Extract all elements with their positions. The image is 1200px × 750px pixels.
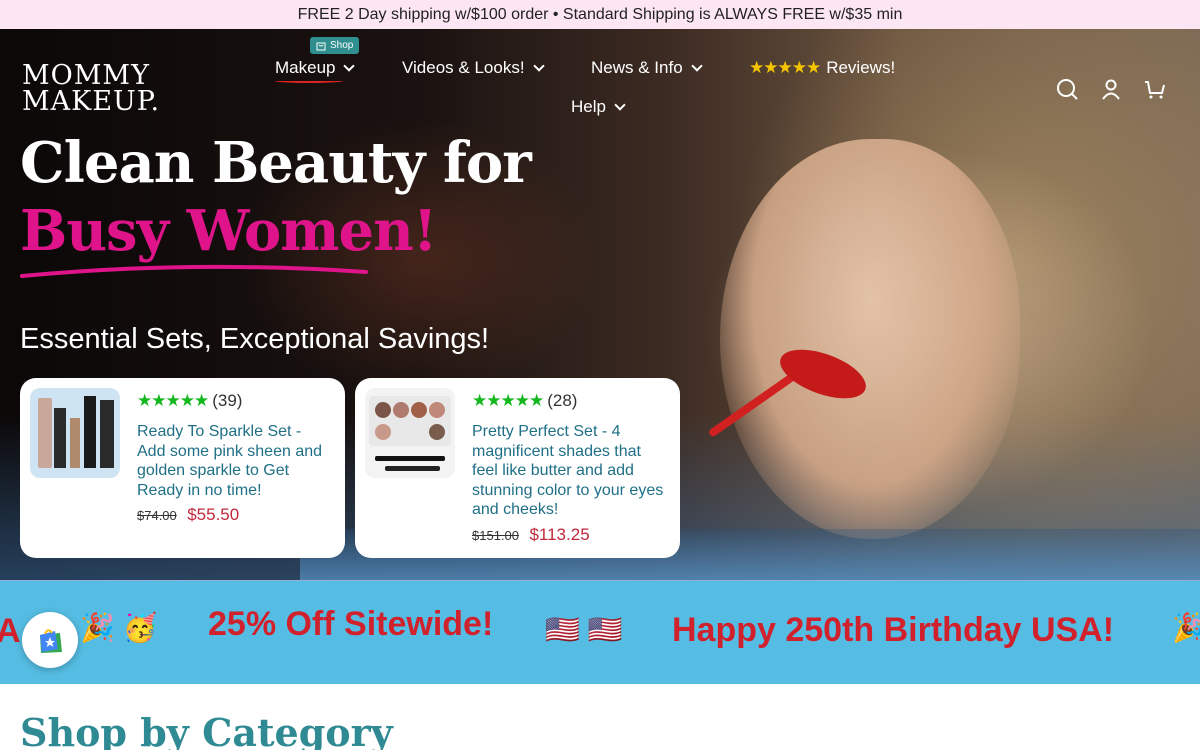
announcement-text: FREE 2 Day shipping w/$100 order • Stand… bbox=[297, 5, 903, 23]
product-image[interactable] bbox=[365, 388, 455, 478]
chevron-down-icon bbox=[614, 99, 626, 111]
nav-item-videos[interactable]: Videos & Looks! bbox=[402, 58, 545, 78]
cart-icon[interactable] bbox=[1144, 78, 1166, 100]
chevron-down-icon bbox=[690, 60, 703, 72]
product-title[interactable]: Pretty Perfect Set - 4 magnificent shade… bbox=[472, 422, 667, 545]
announcement-bar: FREE 2 Day shipping w/$100 order • Stand… bbox=[0, 0, 1200, 29]
promo-sale-text: 25% Off Sitewide! bbox=[208, 605, 494, 643]
promo-text-fragment: A bbox=[0, 612, 21, 651]
product-price: $151.00 $113.25 bbox=[472, 525, 667, 546]
original-price: $151.00 bbox=[472, 527, 519, 543]
nav-item-reviews[interactable]: ★★★★★ Reviews! bbox=[749, 58, 895, 78]
nav-item-label: Help bbox=[571, 97, 606, 116]
original-price: $74.00 bbox=[137, 508, 177, 523]
product-card[interactable]: ★★★★★ (39) Ready To Sparkle Set - Add so… bbox=[20, 378, 345, 558]
nav-item-label: Reviews! bbox=[826, 58, 896, 77]
shopping-bag-button[interactable] bbox=[22, 612, 78, 668]
star-rating-icon: ★★★★★ bbox=[137, 391, 209, 410]
product-title[interactable]: Ready To Sparkle Set - Add some pink she… bbox=[137, 422, 332, 526]
product-image[interactable] bbox=[30, 388, 120, 478]
sale-price: $55.50 bbox=[187, 505, 240, 524]
us-flag-icon: 🇺🇸 🇺🇸 bbox=[545, 614, 623, 645]
star-rating-icon: ★★★★★ bbox=[749, 58, 821, 77]
main-nav: Shop Makeup Videos & Looks! News & Info … bbox=[0, 29, 1200, 129]
product-rating: ★★★★★ (28) bbox=[472, 391, 577, 411]
hero-photo-face bbox=[720, 139, 1020, 539]
party-emoji-icon: 🎉 🥳 bbox=[80, 612, 158, 643]
nav-item-help[interactable]: Help bbox=[571, 97, 626, 117]
hero-subheading: Essential Sets, Exceptional Savings! bbox=[20, 323, 490, 355]
product-price: $74.00 $55.50 bbox=[137, 505, 332, 526]
chevron-down-icon bbox=[343, 60, 356, 72]
product-title-text: Pretty Perfect Set - 4 magnificent shade… bbox=[472, 423, 664, 518]
shop-badge: Shop bbox=[310, 37, 360, 54]
party-emoji-icon: 🎉 bbox=[1172, 611, 1200, 644]
search-icon[interactable] bbox=[1056, 78, 1078, 100]
shop-badge-label: Shop bbox=[330, 40, 354, 51]
chevron-down-icon bbox=[532, 60, 545, 72]
nav-underline bbox=[275, 79, 343, 83]
headline-underline bbox=[20, 264, 368, 278]
nav-item-makeup[interactable]: Makeup bbox=[275, 58, 356, 78]
hero-headline-line1: Clean Beauty for bbox=[20, 130, 532, 196]
review-count: (28) bbox=[547, 391, 578, 410]
sale-price: $113.25 bbox=[529, 524, 590, 544]
review-count: (39) bbox=[212, 391, 243, 410]
nav-item-news[interactable]: News & Info bbox=[591, 58, 703, 78]
product-rating: ★★★★★ (39) bbox=[137, 391, 242, 411]
nav-item-label: Makeup bbox=[275, 58, 336, 77]
star-rating-icon: ★★★★★ bbox=[472, 391, 544, 410]
shopping-bag-icon bbox=[40, 629, 62, 653]
product-card[interactable]: ★★★★★ (28) Pretty Perfect Set - 4 magnif… bbox=[355, 378, 680, 558]
promo-marquee: A 🎉 🥳 25% Off Sitewide! 🇺🇸 🇺🇸 Happy 250t… bbox=[0, 580, 1200, 684]
nav-item-label: Videos & Looks! bbox=[402, 58, 525, 77]
hero-headline-line2: Busy Women! bbox=[20, 198, 437, 264]
header-icons bbox=[1056, 78, 1166, 100]
bag-icon bbox=[316, 42, 326, 50]
product-title-text: Ready To Sparkle Set - Add some pink she… bbox=[137, 423, 323, 499]
section-title: Shop by Category bbox=[20, 710, 393, 750]
account-icon[interactable] bbox=[1100, 78, 1122, 100]
nav-item-label: News & Info bbox=[591, 58, 683, 77]
promo-birthday-text: Happy 250th Birthday USA! bbox=[672, 611, 1115, 649]
